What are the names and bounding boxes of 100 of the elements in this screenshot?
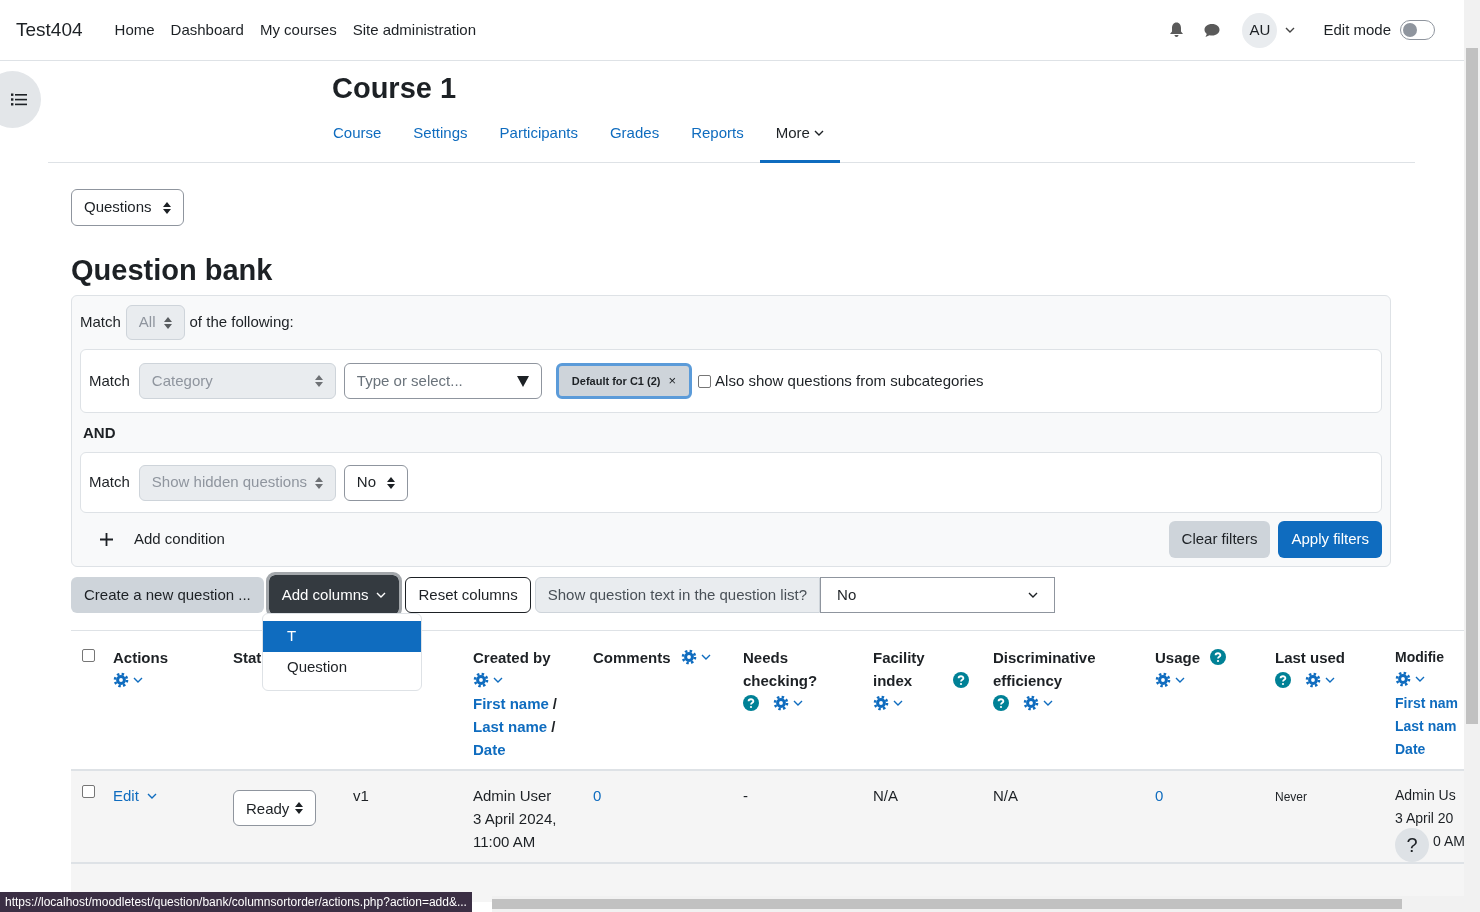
sort-link[interactable]: Date [1395,741,1426,757]
dropdown-arrow-icon [516,375,529,387]
settings-menu[interactable] [1155,672,1185,688]
gear-icon[interactable] [773,695,789,711]
help-icon[interactable] [743,695,759,711]
table-cell-text: Admin Us [1395,786,1456,805]
drawer-toggle-button[interactable] [0,71,41,128]
gear-icon[interactable] [1023,695,1039,711]
column-header[interactable]: Usage [1155,646,1201,669]
page-select[interactable]: Questions [71,189,184,226]
edit-menu-link[interactable]: Edit [113,784,157,807]
match-label: Match [89,370,130,391]
joiner-label: AND [82,423,117,443]
tab[interactable]: More [759,121,840,163]
tab[interactable]: Course [317,121,398,163]
settings-menu[interactable] [1305,672,1335,688]
chat-bubble-icon[interactable] [1204,22,1221,38]
row-checkbox[interactable] [82,785,95,798]
horizontal-scrollbar[interactable] [492,896,1480,912]
gear-icon[interactable] [1305,672,1321,688]
tab[interactable]: Settings [397,121,484,163]
edit-mode-toggle[interactable] [1400,20,1435,40]
clear-filters-button[interactable]: Clear filters [1168,521,1271,558]
table-cell-text: 0 AM [1433,832,1464,851]
checkbox[interactable] [698,374,712,388]
gear-icon[interactable] [680,649,697,665]
sort-link[interactable]: Date [473,741,506,758]
chevron-down-icon[interactable] [813,130,824,136]
table-cell-text: v1 [353,786,369,806]
column-header[interactable]: Created by [473,646,551,669]
sort-arrows-icon [163,201,171,214]
condition-select[interactable]: No [343,464,408,501]
gear-icon[interactable] [473,672,489,688]
gear-icon[interactable] [873,695,889,711]
input-group-label: Show question text in the question list? [534,577,821,613]
settings-menu[interactable] [473,672,503,688]
table-cell-text: - [743,786,748,806]
column-header[interactable]: Modifie [1395,646,1444,669]
column-header[interactable]: Comments [593,646,671,669]
show-text-select[interactable]: No [820,577,1056,613]
sort-arrows-icon [314,476,323,489]
sort-link[interactable]: Last name [473,718,548,735]
table-cell-text: Admin User [473,786,552,806]
settings-menu[interactable] [773,695,803,711]
add-condition-link[interactable]: Add condition [134,528,225,551]
gear-icon[interactable] [1395,671,1411,687]
apply-filters-button[interactable]: Apply filters [1278,521,1382,558]
status-select[interactable]: Ready [233,790,316,826]
column-header[interactable]: Facility index [873,646,943,692]
tab[interactable]: Participants [483,121,594,163]
cell-link[interactable]: 0 [1155,787,1164,804]
gear-icon[interactable] [113,672,129,688]
settings-menu[interactable] [1395,671,1425,687]
create-question-button[interactable]: Create a new question ... [71,577,264,613]
edit-mode-label: Edit mode [1323,19,1391,40]
separator: / [551,718,556,735]
checkbox-label: Also show questions from subcategories [715,370,984,391]
search-field[interactable]: Type or select... [343,363,542,399]
category-chip[interactable]: Default for C1 (2) × [555,363,693,399]
bell-icon[interactable] [1169,22,1185,38]
nav-link[interactable]: My courses [251,10,345,50]
help-icon[interactable] [1210,649,1227,665]
help-icon[interactable] [993,695,1009,711]
chevron-down-icon[interactable] [1285,27,1296,33]
nav-link[interactable]: Site administration [344,10,485,50]
column-header[interactable]: Stat [233,646,262,669]
nav-link[interactable]: Home [106,10,163,50]
tab[interactable]: Reports [675,121,760,163]
list-icon[interactable] [11,93,27,106]
column-header[interactable]: Discriminative efficiency [993,646,1113,692]
sort-link[interactable]: First name [473,695,549,712]
table-cell-text: N/A [873,786,898,806]
site-name[interactable]: Test404 [16,15,83,45]
settings-menu[interactable] [873,695,903,711]
menu-item[interactable]: Question [263,652,421,683]
separator: / [552,695,558,712]
chevron-down-icon [1028,592,1039,598]
user-avatar[interactable]: AU [1242,12,1278,48]
sort-link[interactable]: First nam [1395,695,1458,711]
vertical-scrollbar[interactable] [1464,0,1480,896]
plus-icon[interactable] [100,533,113,546]
reset-columns-button[interactable]: Reset columns [405,577,531,613]
settings-menu[interactable] [680,649,711,665]
page-heading: Question bank [71,253,274,288]
column-header[interactable]: Needs checking? [743,646,843,692]
settings-menu[interactable] [113,672,143,688]
help-icon[interactable] [953,672,969,688]
column-header[interactable]: Last used [1275,646,1346,669]
nav-link[interactable]: Dashboard [162,10,252,50]
sort-link[interactable]: Last nam [1395,718,1457,734]
select-all-checkbox[interactable] [82,649,95,662]
add-columns-button[interactable]: Add columns [268,575,400,615]
help-icon[interactable] [1275,672,1291,688]
column-header[interactable]: Actions [113,646,168,669]
settings-menu[interactable] [1023,695,1053,711]
status-bar-url: https://localhost/moodletest/question/bank/columnsortorder/actions.php?action=add&... [0,892,472,912]
gear-icon[interactable] [1155,672,1171,688]
tab[interactable]: Grades [593,121,676,163]
menu-item[interactable]: T [263,621,421,652]
cell-link[interactable]: 0 [593,787,602,804]
